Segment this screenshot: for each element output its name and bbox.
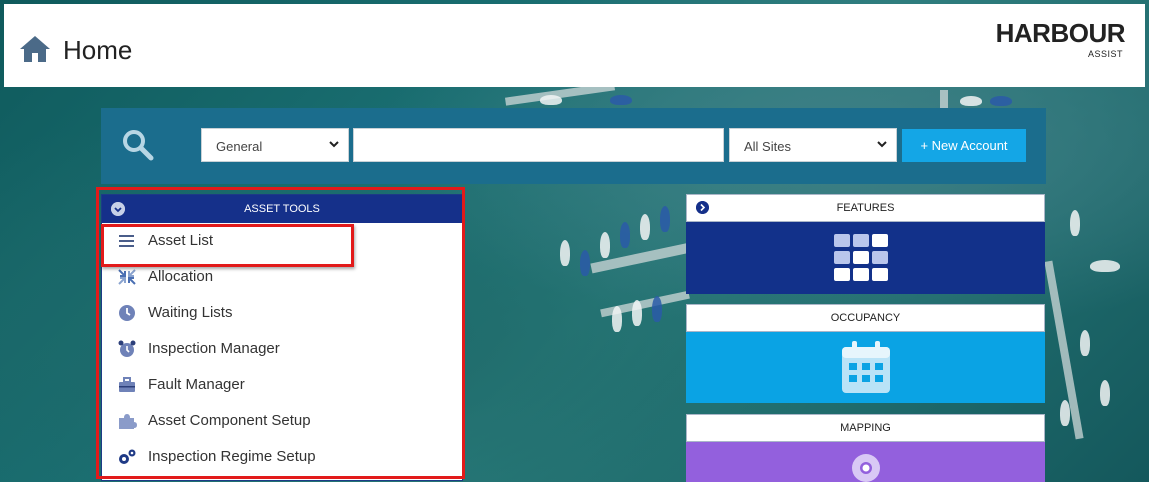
new-account-button[interactable]: + New Account [902,129,1026,162]
menu-item-label: Fault Manager [148,376,245,393]
harbour-assist-logo[interactable]: HARBOUR ASSIST [989,18,1126,62]
alarm-clock-icon [118,340,136,357]
asset-tools-panel: ASSET TOOLS Asset List Allocation Waitin… [101,194,463,481]
asset-tools-header[interactable]: ASSET TOOLS [102,195,462,223]
page-header: Home HARBOUR ASSIST [4,4,1145,87]
asset-tools-title: ASSET TOOLS [244,203,320,215]
page-title: Home [63,35,133,65]
cogs-icon [119,449,136,464]
search-bar: General All Sites + New Account [101,108,1046,184]
chevron-right-circle-icon[interactable] [696,201,709,214]
map-marker-icon [852,454,880,482]
features-tile[interactable]: FEATURES [686,194,1045,294]
menu-item-inspection-regime-setup[interactable]: Inspection Regime Setup [102,439,462,475]
menu-item-allocation[interactable]: Allocation [102,259,462,295]
features-tile-body[interactable] [686,222,1045,294]
menu-item-inspection-manager[interactable]: Inspection Manager [102,331,462,367]
menu-item-label: Asset List [148,232,214,249]
compress-arrows-icon [118,269,136,285]
occupancy-tile-header[interactable]: OCCUPANCY [686,304,1045,332]
menu-item-label: Asset Component Setup [148,412,311,429]
menu-item-label: Allocation [148,268,214,285]
menu-item-label: Inspection Manager [148,340,280,357]
puzzle-piece-icon [119,414,137,429]
menu-item-label: Inspection Regime Setup [148,448,316,465]
mapping-tile-body[interactable] [686,442,1045,482]
search-icon [123,130,154,161]
grid-icon [834,234,888,281]
occupancy-tile-title: OCCUPANCY [830,312,901,324]
chevron-down-icon [877,141,887,148]
chevron-down-icon [329,141,339,148]
toolbox-icon [119,377,135,392]
search-type-select[interactable]: General [201,128,349,162]
calendar-icon [842,341,890,393]
mapping-tile-header[interactable]: MAPPING [686,414,1045,442]
occupancy-tile-body[interactable] [686,332,1045,403]
menu-item-waiting-lists[interactable]: Waiting Lists [102,295,462,331]
home-icon[interactable] [18,34,52,64]
search-input[interactable] [353,128,724,162]
features-tile-title: FEATURES [836,202,895,214]
mapping-tile-title: MAPPING [840,422,891,434]
asset-tools-menu: Asset List Allocation Waiting Lists Insp… [102,223,462,475]
search-type-value: General [216,139,263,154]
features-tile-header[interactable]: FEATURES [686,194,1045,222]
mapping-tile[interactable]: MAPPING [686,414,1045,482]
chevron-down-circle-icon[interactable] [111,202,125,216]
occupancy-tile[interactable]: OCCUPANCY [686,304,1045,403]
site-select[interactable]: All Sites [729,128,897,162]
site-select-value: All Sites [744,139,791,154]
menu-item-label: Waiting Lists [148,304,233,321]
list-icon [119,235,134,247]
clock-icon [119,305,135,321]
menu-item-asset-component-setup[interactable]: Asset Component Setup [102,403,462,439]
logo-subtext: ASSIST [1087,49,1123,59]
logo-text: HARBOUR [995,18,1126,48]
menu-item-asset-list[interactable]: Asset List [102,223,462,259]
menu-item-fault-manager[interactable]: Fault Manager [102,367,462,403]
